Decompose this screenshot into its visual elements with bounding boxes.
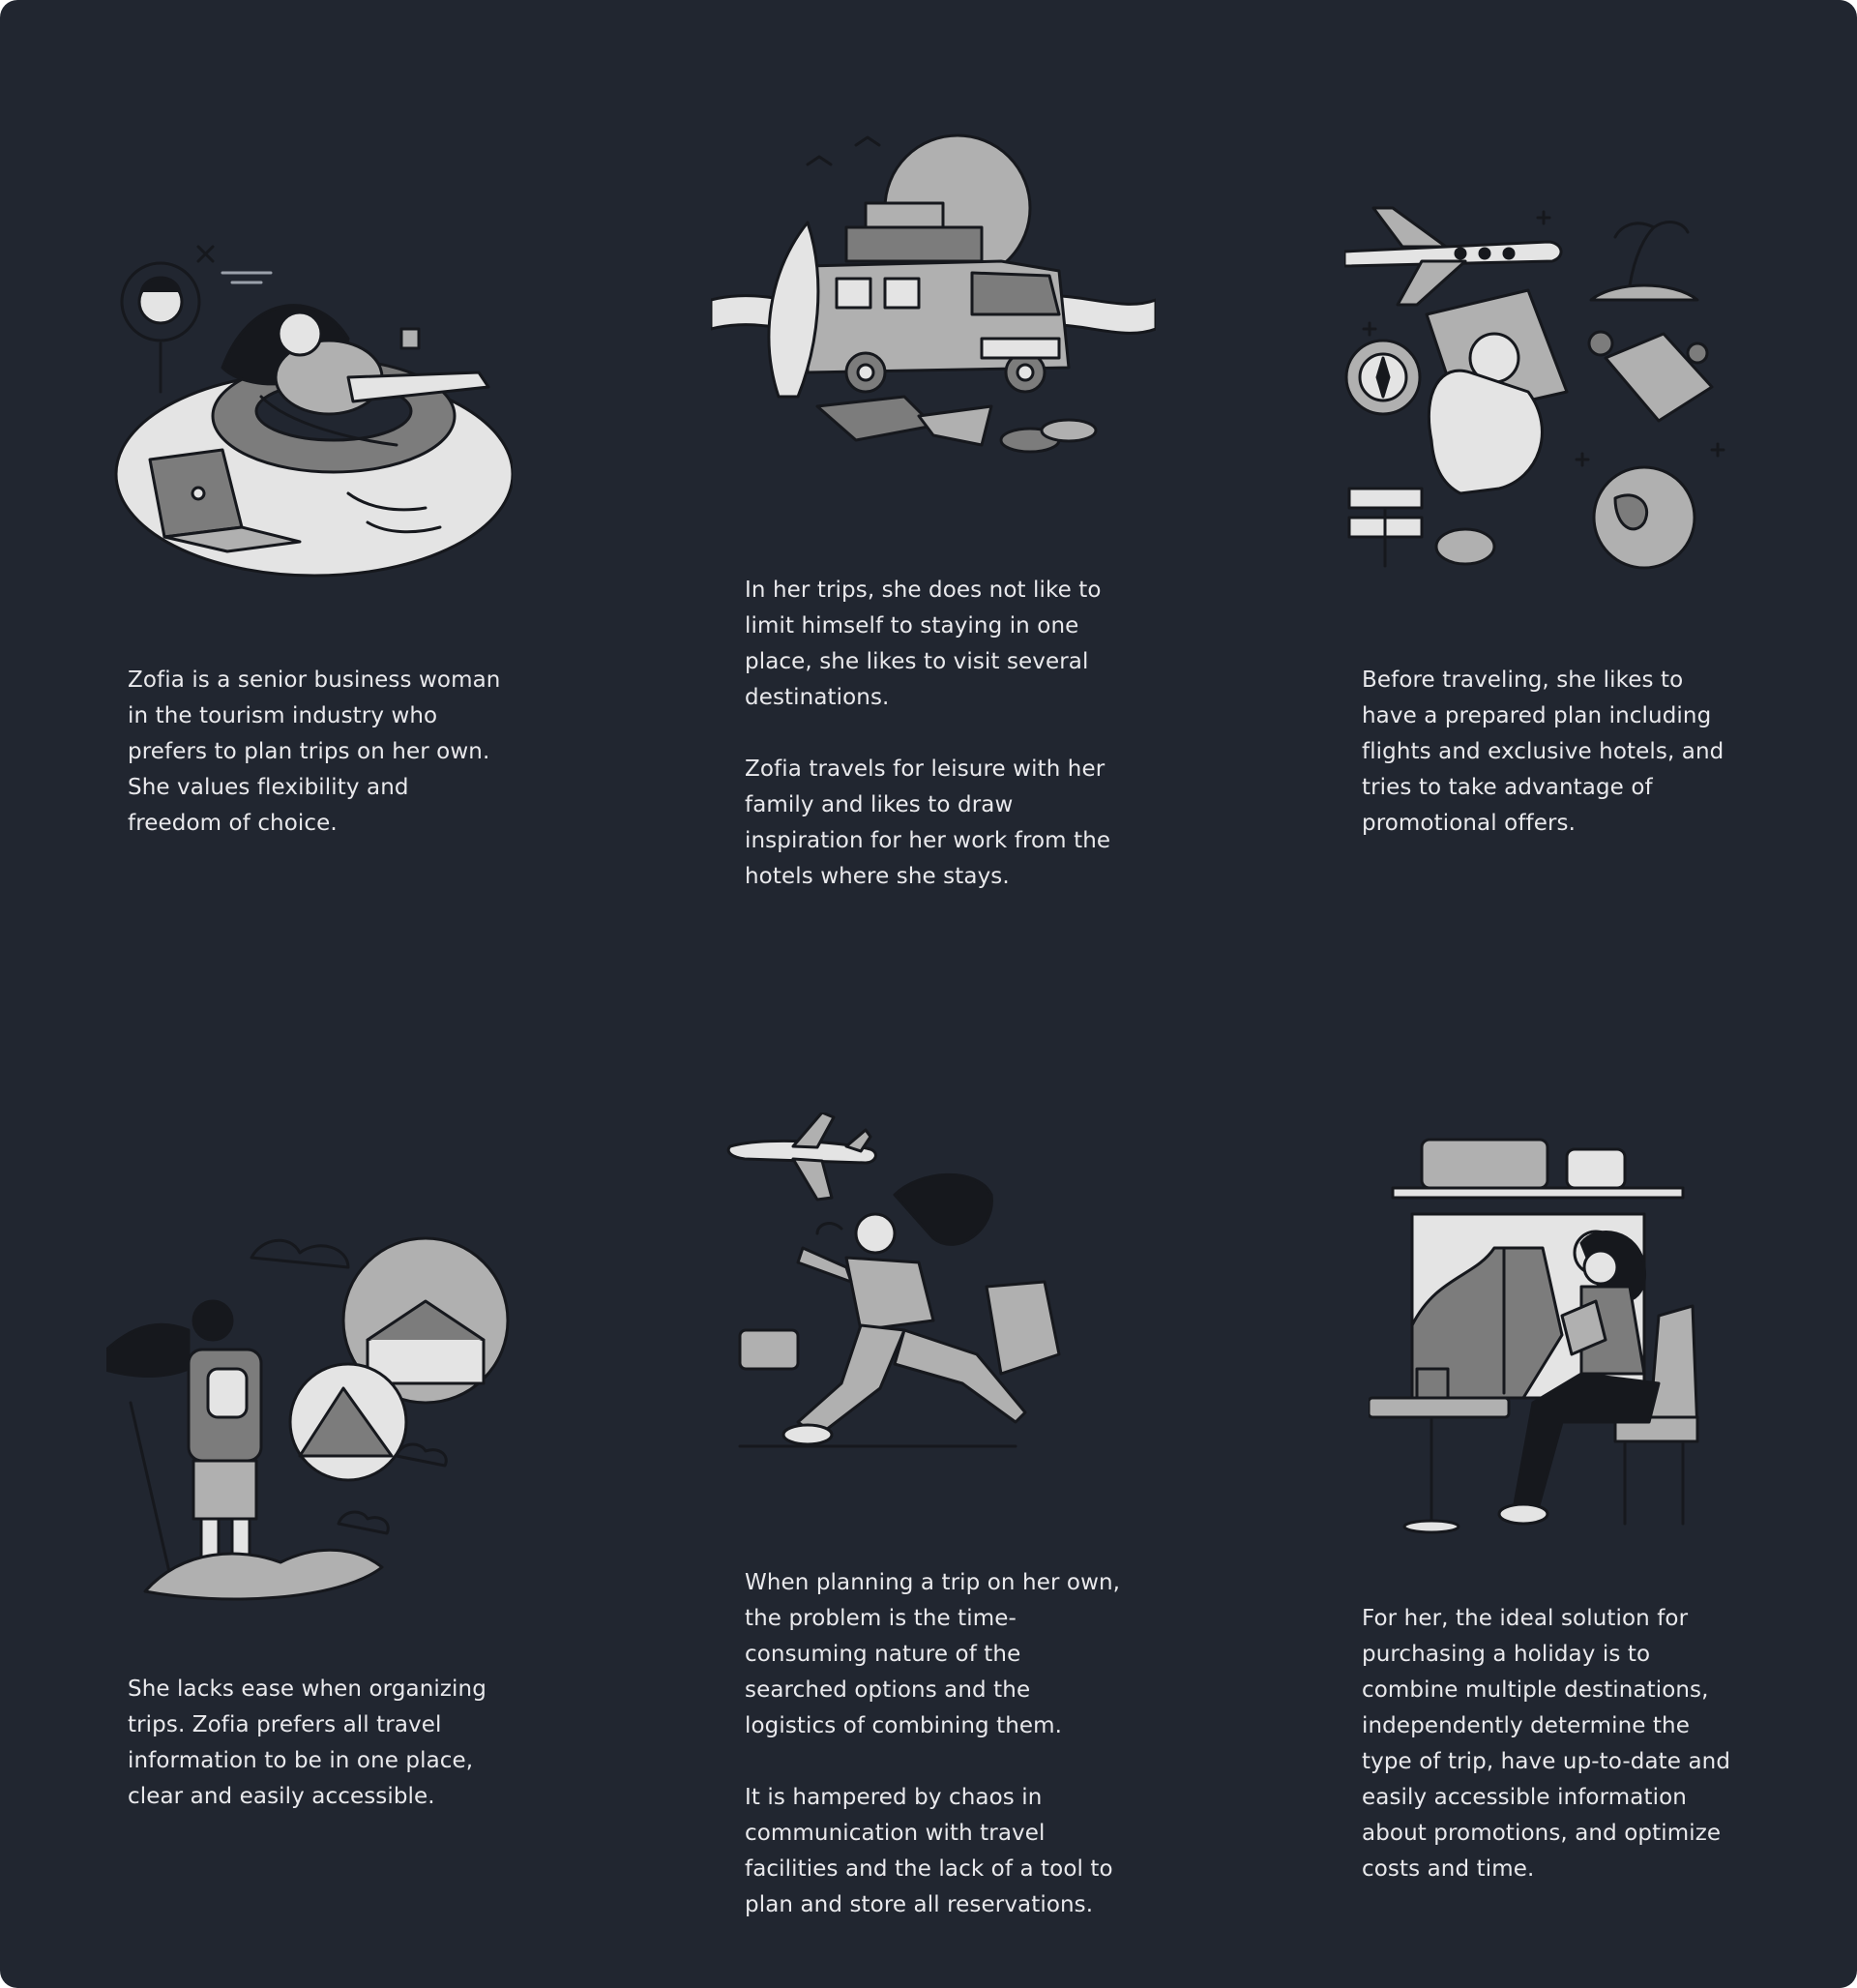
card-paragraph: It is hampered by chaos in communication… (745, 1785, 1113, 1917)
persona-card-text: When planning a trip on her own, the pro… (745, 1565, 1122, 1923)
persona-card-text: In her trips, she does not like to limit… (745, 573, 1122, 895)
card-paragraph: Zofia travels for leisure with her famil… (745, 757, 1111, 889)
persona-card-text: For her, the ideal solution for purchasi… (1362, 1601, 1739, 1887)
woman-rushing-airplane-icon (725, 1113, 1132, 1490)
card-paragraph: Zofia is a senior business woman in the … (128, 668, 501, 836)
woman-reading-by-window-icon (1369, 1132, 1755, 1538)
card-paragraph: For her, the ideal solution for purchasi… (1362, 1606, 1731, 1882)
persona-card-text: Zofia is a senior business woman in the … (128, 663, 505, 842)
travel-planning-passport-icon (1344, 198, 1751, 595)
camper-van-luggage-icon (711, 126, 1156, 493)
card-paragraph: Before traveling, she likes to have a pr… (1362, 668, 1724, 836)
persona-board: Zofia is a senior business woman in the … (0, 0, 1857, 1988)
persona-card-text: She lacks ease when organizing trips. Zo… (128, 1672, 505, 1815)
card-paragraph: When planning a trip on her own, the pro… (745, 1570, 1121, 1738)
hiker-destinations-icon (106, 1214, 522, 1606)
persona-card-text: Before traveling, she likes to have a pr… (1362, 663, 1739, 842)
woman-floating-ring-laptop-icon (106, 232, 513, 580)
card-paragraph: In her trips, she does not like to limit… (745, 578, 1102, 710)
card-paragraph: She lacks ease when organizing trips. Zo… (128, 1676, 486, 1809)
